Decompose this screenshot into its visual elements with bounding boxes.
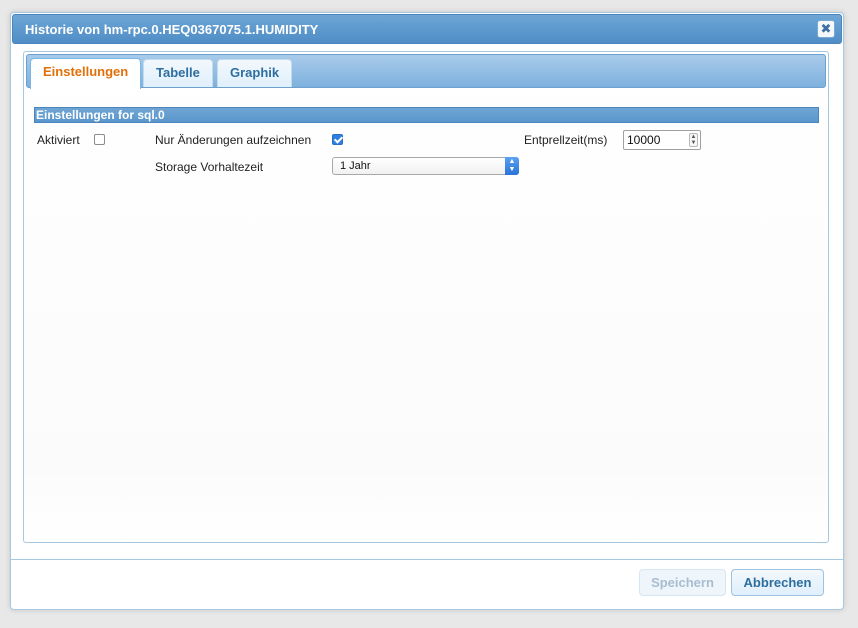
select-arrows-icon: ▲ ▼ — [505, 157, 519, 175]
retention-select[interactable]: 1 Jahr ▲ ▼ — [332, 157, 519, 175]
debounce-value: 10000 — [627, 133, 661, 147]
save-button[interactable]: Speichern — [639, 569, 726, 596]
cancel-button[interactable]: Abbrechen — [731, 569, 824, 596]
retention-label: Storage Vorhaltezeit — [155, 160, 264, 174]
tab-graphik[interactable]: Graphik — [217, 59, 293, 87]
enabled-checkbox[interactable] — [94, 134, 105, 145]
retention-value: 1 Jahr — [340, 160, 371, 172]
footer-divider — [11, 559, 843, 560]
dialog-title: Historie von hm-rpc.0.HEQ0367075.1.HUMID… — [25, 22, 319, 37]
tab-bar: Einstellungen Tabelle Graphik — [26, 54, 826, 89]
enabled-label: Aktiviert — [37, 133, 80, 147]
only-changes-checkbox[interactable] — [332, 134, 343, 145]
tab-tabelle[interactable]: Tabelle — [143, 59, 213, 87]
tab-einstellungen[interactable]: Einstellungen — [30, 58, 142, 89]
close-icon: ✖ — [820, 21, 832, 36]
section-header: Einstellungen for sql.0 — [34, 107, 819, 123]
tabs-panel: Einstellungen Tabelle Graphik Einstellun… — [23, 51, 829, 543]
debounce-input[interactable]: 10000 ▲ ▼ — [623, 130, 701, 150]
spinner-arrows-icon[interactable]: ▲ ▼ — [689, 133, 698, 147]
only-changes-label: Nur Änderungen aufzeichnen — [155, 133, 312, 147]
dialog-titlebar[interactable]: Historie von hm-rpc.0.HEQ0367075.1.HUMID… — [12, 14, 842, 44]
debounce-label: Entprellzeit(ms) — [524, 133, 608, 147]
close-button[interactable]: ✖ — [817, 20, 835, 38]
history-dialog: Historie von hm-rpc.0.HEQ0367075.1.HUMID… — [10, 12, 844, 610]
